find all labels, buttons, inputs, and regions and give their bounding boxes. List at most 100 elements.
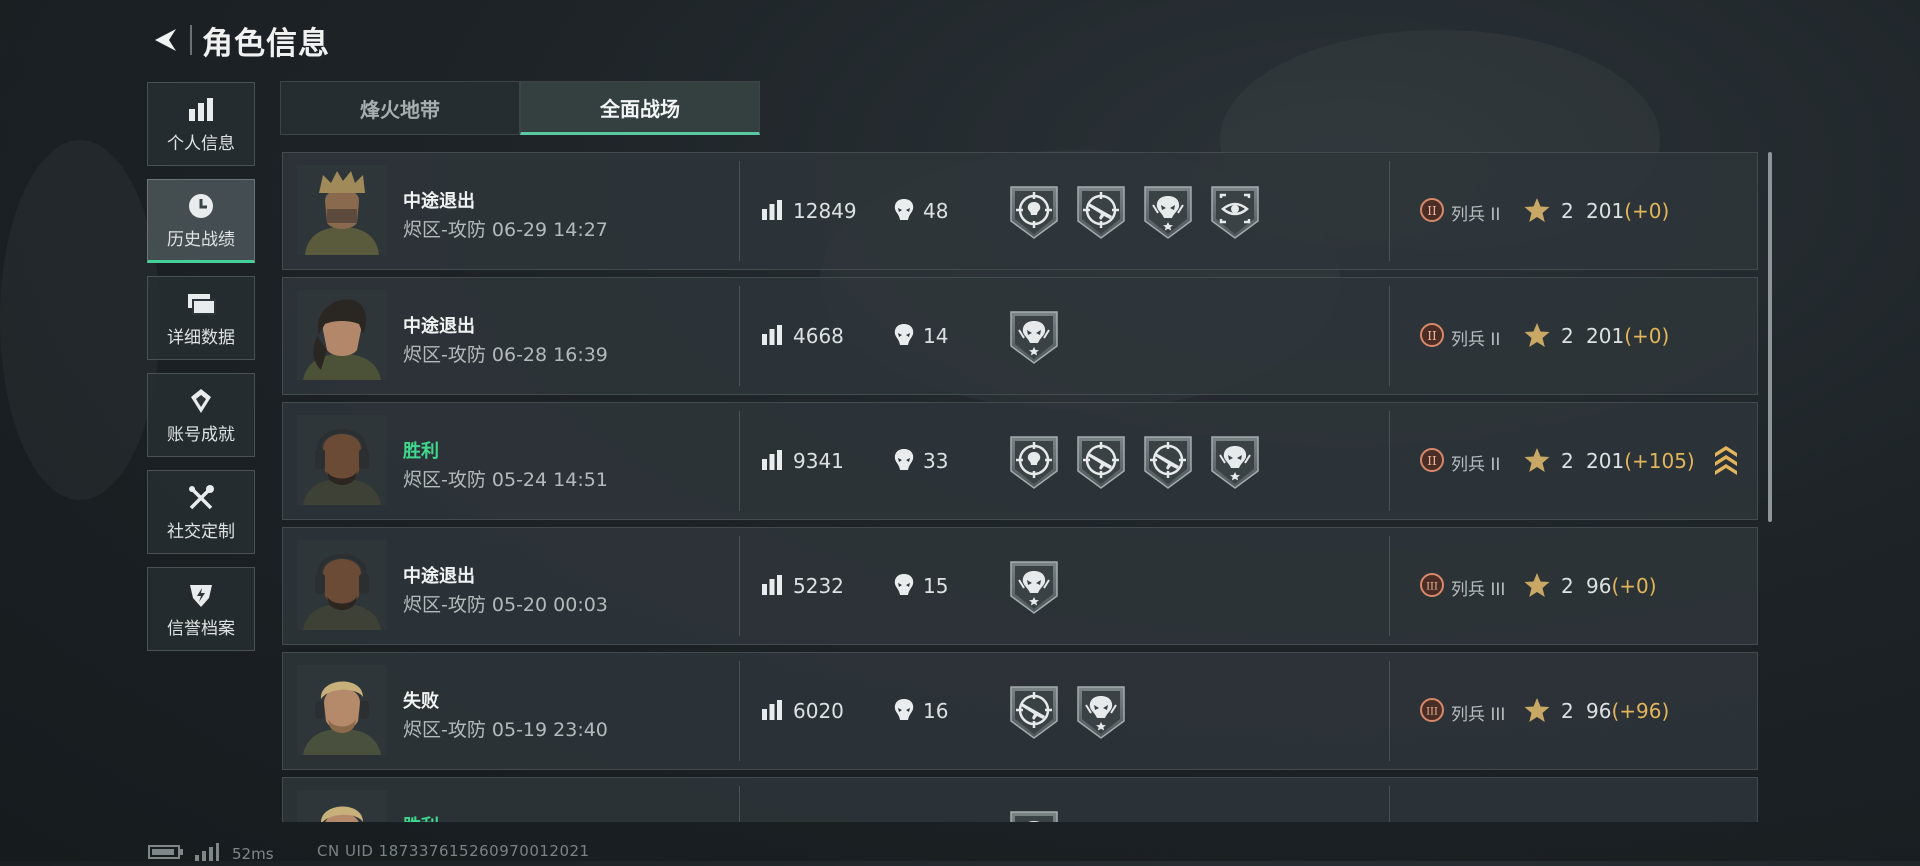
list-scrollbar[interactable]: [1768, 152, 1772, 522]
alien-skull-medal[interactable]: [1007, 808, 1061, 822]
match-kills: 14: [923, 324, 949, 348]
star-icon: [1523, 321, 1551, 353]
target-rifle-medal[interactable]: [1141, 433, 1195, 491]
clock-icon: [186, 191, 216, 221]
svg-text:II: II: [1427, 204, 1437, 218]
tools-icon: [186, 483, 216, 513]
score-bar-icon: [761, 199, 783, 225]
rank-badge-icon: II: [1419, 197, 1445, 227]
tab-beacon-zone[interactable]: 烽火地带: [280, 81, 520, 135]
star-icon: [1523, 571, 1551, 603]
bar-chart-icon: [187, 95, 215, 125]
match-row[interactable]: 胜利 烬区-攻防 05-24 14:51 9341 33 II 列兵 II 2 …: [282, 402, 1758, 520]
star-count: 2: [1561, 699, 1574, 723]
star-count: 2: [1561, 574, 1574, 598]
match-result: 胜利: [403, 812, 439, 822]
operator-avatar: [297, 540, 387, 630]
match-row[interactable]: 胜利: [282, 777, 1758, 822]
medal-list: [1007, 308, 1074, 366]
crosshair-eye-medal[interactable]: [1208, 183, 1262, 241]
skull-kill-icon: [893, 697, 915, 727]
star-icon: [1523, 446, 1551, 478]
target-skull-medal[interactable]: [1007, 183, 1061, 241]
match-mode-time: 烬区-攻防 06-28 16:39: [403, 344, 608, 366]
skull-kill-icon: [893, 197, 915, 227]
medal-list: [1007, 183, 1275, 241]
star-count: 2: [1561, 449, 1574, 473]
match-mode-time: 烬区-攻防 05-19 23:40: [403, 719, 608, 741]
sidebar-item-achievements[interactable]: 账号成就: [147, 373, 255, 457]
match-score: 9341: [793, 449, 844, 473]
match-row[interactable]: 失败 烬区-攻防 05-19 23:40 6020 16 III 列兵 III …: [282, 652, 1758, 770]
cards-icon: [186, 289, 216, 319]
points-delta: (+0): [1624, 324, 1670, 348]
score-bar-icon: [761, 449, 783, 475]
operator-avatar: [297, 665, 387, 755]
row-divider: [1389, 286, 1390, 386]
rank-badge-icon: III: [1419, 697, 1445, 727]
match-score: 5232: [793, 574, 844, 598]
match-score: 4668: [793, 324, 844, 348]
target-rifle-medal[interactable]: [1007, 683, 1061, 741]
match-row[interactable]: 中途退出 烬区-攻防 06-29 14:27 12849 48 II 列兵 II…: [282, 152, 1758, 270]
points-delta: (+0): [1624, 199, 1670, 223]
svg-text:II: II: [1427, 454, 1437, 468]
match-kills: 16: [923, 699, 949, 723]
match-result: 失败: [403, 691, 439, 712]
alien-skull-medal[interactable]: [1074, 683, 1128, 741]
svg-text:III: III: [1426, 707, 1438, 718]
player-uid: CN UID 187337615260970012021: [317, 842, 590, 860]
rank-badge-icon: II: [1419, 447, 1445, 477]
match-row[interactable]: 中途退出 烬区-攻防 05-20 00:03 5232 15 III 列兵 II…: [282, 527, 1758, 645]
back-arrow-icon[interactable]: [148, 23, 182, 57]
match-result: 中途退出: [403, 316, 475, 337]
rank-points: 201(+0): [1586, 199, 1670, 223]
sidebar: 个人信息 历史战绩 详细数据 账号成就 社交定制 信誉档案: [147, 82, 257, 664]
match-mode-time: 烬区-攻防 05-24 14:51: [403, 469, 608, 491]
match-score: 12849: [793, 199, 857, 223]
target-skull-medal[interactable]: [1007, 433, 1061, 491]
row-divider: [739, 411, 740, 511]
row-divider: [739, 286, 740, 386]
match-kills: 15: [923, 574, 949, 598]
sidebar-item-personal-info[interactable]: 个人信息: [147, 82, 255, 166]
alien-skull-medal[interactable]: [1208, 433, 1262, 491]
sidebar-item-detailed-data[interactable]: 详细数据: [147, 276, 255, 360]
sidebar-item-match-history[interactable]: 历史战绩: [147, 179, 255, 263]
target-rifle-medal[interactable]: [1074, 433, 1128, 491]
svg-text:III: III: [1426, 582, 1438, 593]
shield-icon: [187, 580, 215, 610]
alien-skull-medal[interactable]: [1007, 558, 1061, 616]
target-rifle-medal[interactable]: [1074, 183, 1128, 241]
score-bar-icon: [761, 574, 783, 600]
tab-full-battlefield[interactable]: 全面战场: [520, 81, 760, 135]
svg-text:II: II: [1427, 329, 1437, 343]
sidebar-item-credit-record[interactable]: 信誉档案: [147, 567, 255, 651]
row-divider: [1389, 661, 1390, 761]
score-bar-icon: [761, 699, 783, 725]
achievement-icon: [187, 386, 215, 416]
header: 角色信息: [148, 18, 330, 62]
row-divider: [1389, 411, 1390, 511]
medal-list: [1007, 433, 1275, 491]
star-icon: [1523, 196, 1551, 228]
operator-avatar: [297, 415, 387, 505]
page-title: 角色信息: [202, 25, 330, 62]
match-result: 中途退出: [403, 566, 475, 587]
match-result: 胜利: [403, 441, 439, 462]
sidebar-item-social-custom[interactable]: 社交定制: [147, 470, 255, 554]
rank-points: 201(+105): [1586, 449, 1695, 473]
row-divider: [739, 661, 740, 761]
header-divider: [190, 25, 192, 55]
alien-skull-medal[interactable]: [1007, 308, 1061, 366]
match-history-list[interactable]: 中途退出 烬区-攻防 06-29 14:27 12849 48 II 列兵 II…: [282, 152, 1758, 822]
match-row[interactable]: 中途退出 烬区-攻防 06-28 16:39 4668 14 II 列兵 II …: [282, 277, 1758, 395]
sidebar-item-label: 详细数据: [167, 327, 235, 348]
operator-avatar: [297, 790, 387, 822]
alien-skull-medal[interactable]: [1141, 183, 1195, 241]
ping-value: 52ms: [232, 845, 274, 863]
match-kills: 48: [923, 199, 949, 223]
operator-avatar: [297, 165, 387, 255]
match-kills: 33: [923, 449, 949, 473]
rank-badge-icon: III: [1419, 572, 1445, 602]
